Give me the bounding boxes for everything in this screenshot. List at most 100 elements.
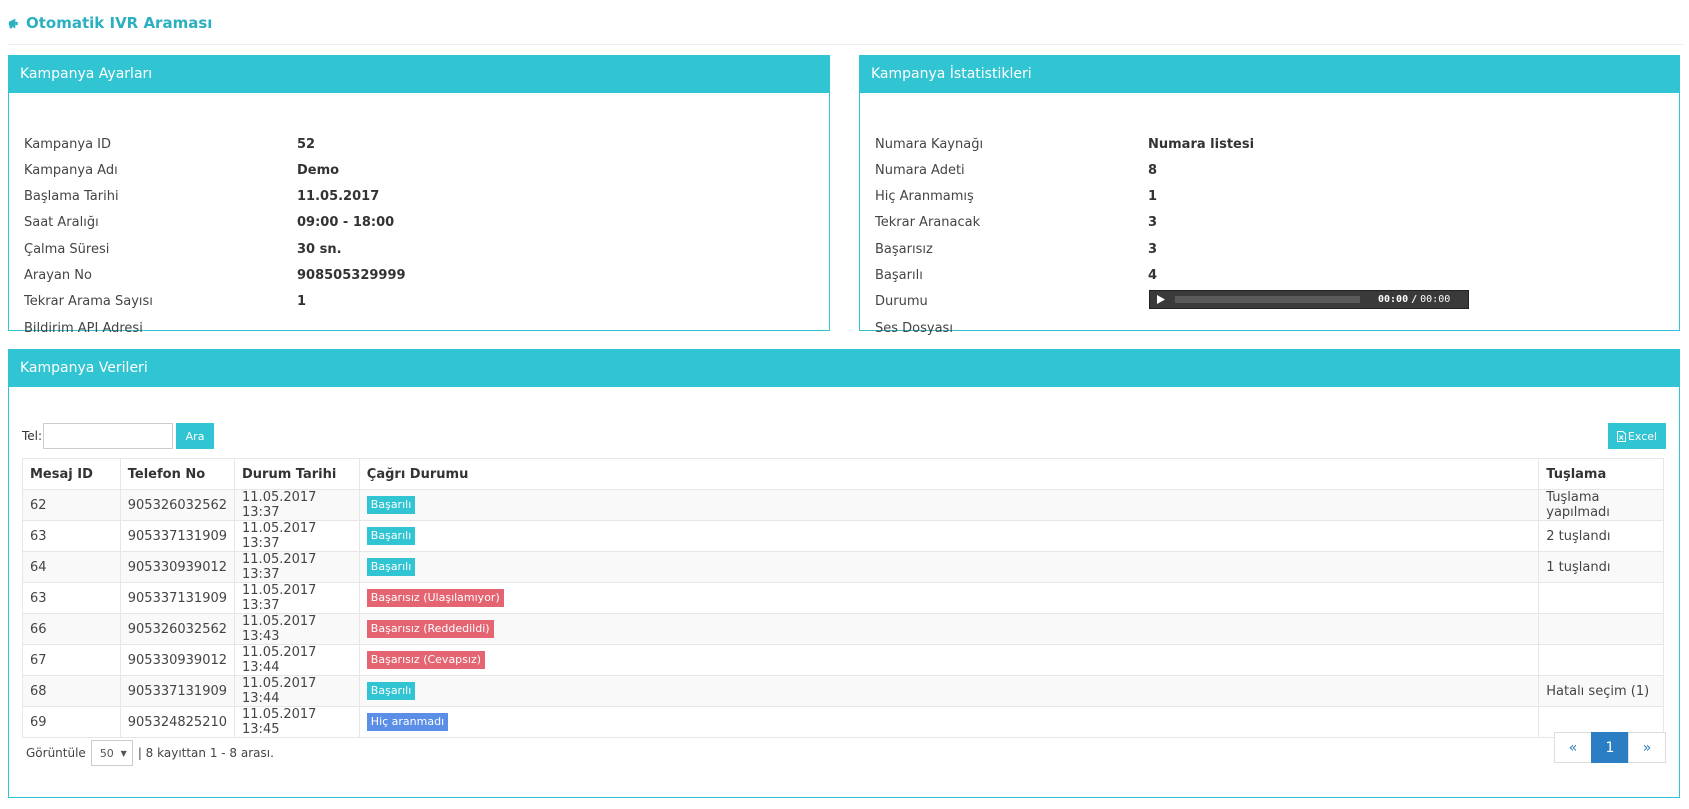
info-value: 09:00 - 18:00: [297, 215, 395, 231]
play-icon[interactable]: [1150, 291, 1172, 308]
audio-progress-track[interactable]: [1175, 296, 1360, 303]
info-label: Bildirim API Adresi: [24, 320, 143, 336]
status-badge: Başarılı: [366, 558, 416, 576]
title-divider: [8, 44, 1683, 45]
info-row: Bildirim API Adresi: [24, 316, 819, 340]
page-size-select[interactable]: 50 ▼: [90, 740, 133, 766]
column-header: Çağrı Durumu: [358, 458, 1540, 490]
cell-id: 63: [22, 520, 121, 552]
info-row: Başarısız 3: [875, 237, 1669, 261]
page-title-text: Otomatik IVR Araması: [26, 14, 213, 32]
info-label: Kampanya ID: [24, 136, 112, 152]
info-value: 1: [297, 294, 307, 310]
pagination: « 1 »: [1554, 732, 1666, 763]
table-row: 64 905330939012 11.05.2017 13:37 Başarılı 1 …: [22, 551, 1664, 583]
info-label: Durumu: [875, 294, 928, 310]
table-row: 67 905330939012 11.05.2017 13:44 Başarısız …: [22, 644, 1664, 676]
status-badge: Başarısız (Ulaşılamıyor): [366, 589, 504, 607]
cell-id: 63: [22, 582, 121, 614]
bullhorn-icon: [8, 18, 18, 28]
column-header: Mesaj ID: [22, 458, 121, 490]
info-label: Arayan No: [24, 268, 92, 283]
info-label: Saat Aralığı: [24, 215, 99, 231]
info-value: 8: [1148, 162, 1158, 178]
cell-keypress: [1538, 613, 1664, 645]
panel-heading: Kampanya Verileri: [9, 350, 1679, 387]
cell-id: 68: [22, 675, 121, 707]
pagination-page-1[interactable]: 1: [1591, 732, 1629, 763]
cell-status: Başarısız (Ulaşılamıyor): [358, 582, 1540, 614]
info-row: Başarılı 4: [875, 264, 1669, 288]
info-row: Saat Aralığı 09:00 - 18:00: [24, 211, 819, 235]
table-row: 63 905337131909 11.05.2017 13:37 Başarısız …: [22, 582, 1664, 614]
excel-button-label: Excel: [1627, 429, 1658, 443]
audio-current-time: 00:00: [1378, 294, 1409, 305]
campaign-settings-panel: Kampanya Ayarları Kampanya ID 52 Kampanya …: [8, 55, 830, 336]
audio-player[interactable]: 00:00/00:00: [1149, 290, 1469, 309]
cell-date: 11.05.2017 13:37: [234, 551, 360, 583]
cell-phone: 905337131909: [119, 675, 236, 707]
info-value: 11.05.2017: [297, 189, 380, 205]
cell-keypress: [1538, 644, 1664, 676]
file-excel-icon: [1616, 430, 1626, 442]
show-label: Görüntüle: [26, 746, 86, 760]
page-size-control: Görüntüle 50 ▼ | 8 kayıttan 1 - 8 arası.: [26, 740, 274, 766]
info-row: Ses Dosyası: [875, 316, 1669, 340]
table-row: 68 905337131909 11.05.2017 13:44 Başarılı Ha…: [22, 675, 1664, 707]
search-form: Tel: Ara: [22, 423, 215, 449]
cell-status: Başarılı: [358, 551, 1540, 583]
column-header: Tuşlama: [1538, 458, 1664, 490]
info-label: Tekrar Arama Sayısı: [24, 294, 153, 310]
table-row: 62 905326032562 11.05.2017 13:37 Başarılı Tu…: [22, 489, 1664, 521]
info-value: 1: [1148, 189, 1158, 205]
cell-keypress: 2 tuşlandı: [1538, 520, 1664, 552]
cell-date: 11.05.2017 13:43: [234, 613, 360, 645]
info-row: Hiç Aranmamış 1: [875, 185, 1669, 209]
info-value: 908505329999: [297, 268, 406, 283]
table-row: 69 905324825210 11.05.2017 13:45 Hiç aranma…: [22, 706, 1664, 738]
status-badge: Başarılı: [366, 496, 416, 514]
table-header-row: Mesaj ID Telefon No Durum Tarihi Çağrı Duru…: [22, 458, 1664, 490]
cell-status: Hiç aranmadı: [358, 706, 1540, 738]
search-button[interactable]: Ara: [176, 423, 215, 449]
page-title: Otomatik IVR Araması: [8, 14, 212, 32]
caret-down-icon: ▼: [120, 748, 127, 758]
info-value: 3: [1148, 241, 1158, 257]
table-row: 66 905326032562 11.05.2017 13:43 Başarısız …: [22, 613, 1664, 645]
status-badge: Başarısız (Reddedildi): [366, 620, 494, 638]
cell-phone: 905324825210: [119, 706, 236, 738]
info-value: 30 sn.: [297, 241, 342, 257]
cell-phone: 905326032562: [119, 613, 236, 645]
status-badge: Hiç aranmadı: [366, 713, 449, 731]
cell-keypress: Tuşlama yapılmadı: [1538, 489, 1664, 521]
info-label: Tekrar Aranacak: [875, 215, 981, 231]
info-label: Başarısız: [875, 241, 933, 257]
info-label: Hiç Aranmamış: [875, 189, 974, 205]
cell-date: 11.05.2017 13:37: [234, 520, 360, 552]
cell-phone: 905337131909: [119, 582, 236, 614]
pagination-prev[interactable]: «: [1554, 732, 1592, 763]
cell-date: 11.05.2017 13:44: [234, 675, 360, 707]
info-row: Kampanya ID 52: [24, 132, 819, 156]
info-label: Çalma Süresi: [24, 241, 110, 257]
info-value: 52: [297, 136, 316, 152]
campaign-data-table: Mesaj ID Telefon No Durum Tarihi Çağrı Duru…: [22, 458, 1664, 738]
cell-id: 66: [22, 613, 121, 645]
cell-date: 11.05.2017 13:37: [234, 489, 360, 521]
pagination-next[interactable]: »: [1628, 732, 1666, 763]
panel-heading: Kampanya İstatistikleri: [860, 56, 1679, 93]
cell-id: 67: [22, 644, 121, 676]
cell-phone: 905330939012: [119, 644, 236, 676]
column-header: Telefon No: [119, 458, 236, 490]
info-row: Tekrar Aranacak 3: [875, 211, 1669, 235]
cell-status: Başarısız (Cevapsız): [358, 644, 1540, 676]
cell-date: 11.05.2017 13:37: [234, 582, 360, 614]
info-row: Çalma Süresi 30 sn.: [24, 237, 819, 261]
phone-search-input[interactable]: [43, 423, 174, 449]
info-row: Başlama Tarihi 11.05.2017: [24, 185, 819, 209]
cell-phone: 905330939012: [119, 551, 236, 583]
excel-export-button[interactable]: Excel: [1608, 423, 1666, 449]
info-value: 4: [1148, 268, 1158, 283]
info-row: Arayan No 908505329999: [24, 264, 819, 288]
table-row: 63 905337131909 11.05.2017 13:37 Başarılı 2 …: [22, 520, 1664, 552]
